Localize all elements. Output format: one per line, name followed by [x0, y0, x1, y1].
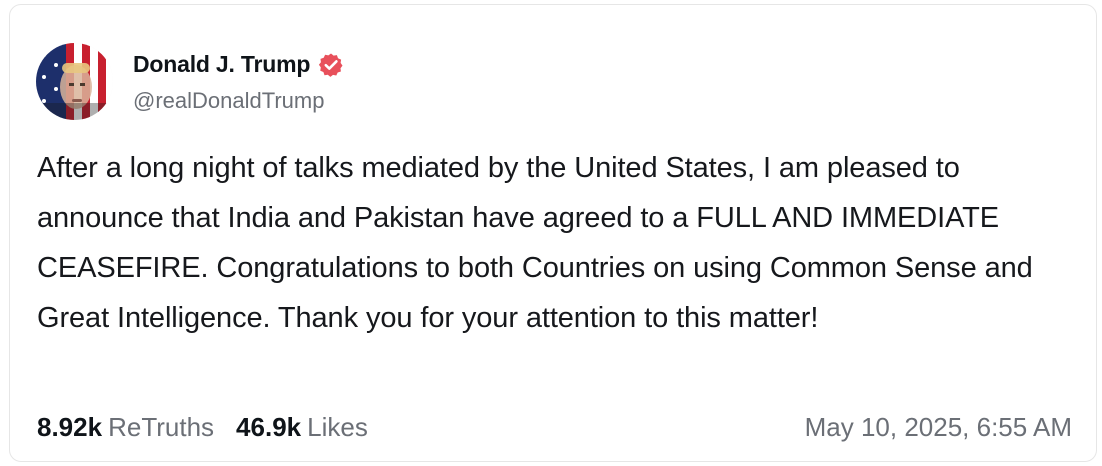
name-row: Donald J. Trump	[133, 50, 344, 80]
retruths-stat[interactable]: 8.92k ReTruths	[37, 412, 214, 443]
author-identity: Donald J. Trump @realDonaldTrump	[133, 50, 344, 114]
likes-stat[interactable]: 46.9k Likes	[236, 412, 368, 443]
author-handle[interactable]: @realDonaldTrump	[133, 88, 344, 114]
post-footer: 8.92k ReTruths 46.9k Likes May 10, 2025,…	[37, 407, 1072, 447]
post-header: Donald J. Trump @realDonaldTrump	[36, 43, 344, 120]
likes-count: 46.9k	[236, 411, 302, 442]
avatar[interactable]	[36, 43, 113, 120]
avatar-image	[36, 43, 113, 120]
author-name[interactable]: Donald J. Trump	[133, 51, 310, 78]
post-card: Donald J. Trump @realDonaldTrump After a…	[9, 4, 1097, 462]
post-text: After a long night of talks mediated by …	[37, 152, 1033, 334]
likes-label: Likes	[307, 411, 368, 442]
retruths-label: ReTruths	[108, 411, 215, 442]
retruths-count: 8.92k	[37, 411, 103, 442]
post-timestamp[interactable]: May 10, 2025, 6:55 AM	[805, 412, 1072, 443]
verified-badge-icon	[318, 52, 344, 78]
